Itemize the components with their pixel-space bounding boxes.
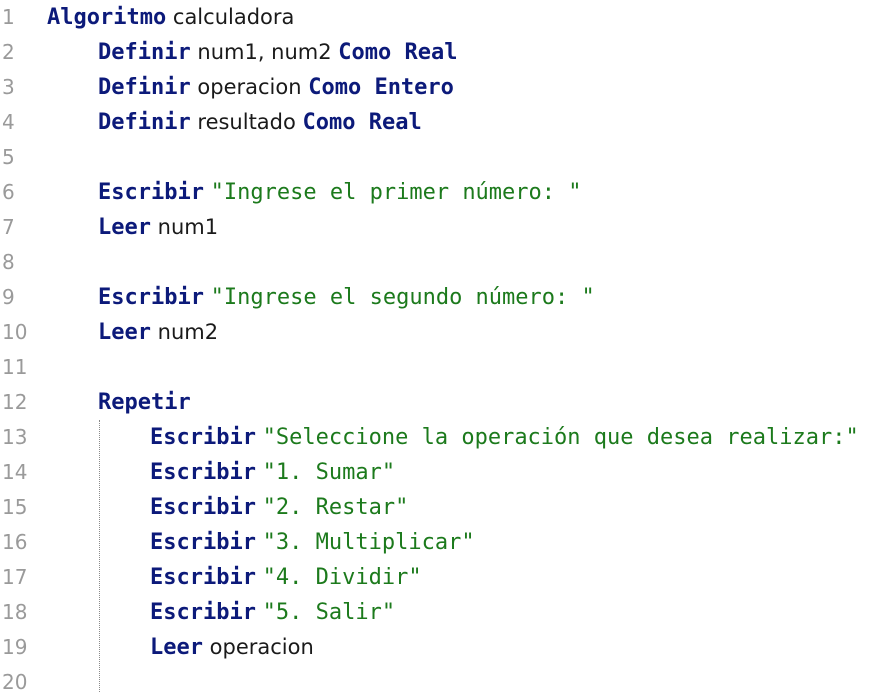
- line-number: 14: [2, 460, 28, 484]
- code-line[interactable]: 10 Leer num2: [0, 315, 878, 350]
- code-line[interactable]: 7 Leer num1: [0, 210, 878, 245]
- code-text: Escribir "4. Dividir": [150, 560, 422, 595]
- identifier-token: num1, num2: [190, 40, 339, 64]
- keyword-token: Como Real: [338, 40, 458, 65]
- code-line[interactable]: 14 Escribir "1. Sumar": [0, 455, 878, 490]
- code-text: Leer operacion: [150, 630, 314, 665]
- line-number: 13: [2, 425, 28, 449]
- identifier-token: num1: [150, 215, 219, 239]
- identifier-token: [256, 600, 263, 624]
- keyword-token: Escribir: [150, 530, 256, 555]
- keyword-token: Escribir: [150, 425, 256, 450]
- line-number: 19: [2, 635, 28, 659]
- code-text: Algoritmo calculadora: [47, 0, 294, 35]
- identifier-token: [204, 180, 211, 204]
- line-number: 8: [2, 250, 15, 274]
- line-number: 4: [2, 110, 15, 134]
- code-line[interactable]: 2 Definir num1, num2 Como Real: [0, 35, 878, 70]
- line-number: 2: [2, 40, 15, 64]
- code-line[interactable]: 4 Definir resultado Como Real: [0, 105, 878, 140]
- code-line[interactable]: 5: [0, 140, 878, 175]
- keyword-token: Escribir: [98, 285, 204, 310]
- keyword-token: Escribir: [150, 565, 256, 590]
- identifier-token: [204, 285, 211, 309]
- code-text: Escribir "Ingrese el primer número: ": [98, 175, 582, 210]
- keyword-token: Como Entero: [308, 75, 454, 100]
- code-line[interactable]: 16 Escribir "3. Multiplicar": [0, 525, 878, 560]
- identifier-token: num2: [150, 320, 219, 344]
- keyword-token: Leer: [150, 635, 203, 660]
- line-number: 3: [2, 75, 15, 99]
- code-line[interactable]: 9 Escribir "Ingrese el segundo número: ": [0, 280, 878, 315]
- code-text: Leer num1: [98, 210, 218, 245]
- identifier-token: operacion: [202, 635, 314, 659]
- keyword-token: Leer: [98, 215, 151, 240]
- code-line[interactable]: 20: [0, 665, 878, 700]
- code-line[interactable]: 12 Repetir: [0, 385, 878, 420]
- string-token: "2. Restar": [262, 495, 409, 520]
- line-number: 10: [2, 320, 28, 344]
- code-text: Escribir "2. Restar": [150, 490, 408, 525]
- line-number: 5: [2, 145, 15, 169]
- keyword-token: Definir: [98, 75, 191, 100]
- code-line[interactable]: 11: [0, 350, 878, 385]
- keyword-token: Definir: [98, 40, 191, 65]
- identifier-token: [256, 425, 263, 449]
- code-text: Escribir "1. Sumar": [150, 455, 395, 490]
- keyword-token: Escribir: [98, 180, 204, 205]
- string-token: "5. Salir": [262, 600, 396, 625]
- string-token: "Ingrese el segundo número: ": [210, 285, 595, 310]
- code-line[interactable]: 13 Escribir "Seleccione la operación que …: [0, 420, 878, 455]
- code-line[interactable]: 8: [0, 245, 878, 280]
- keyword-token: Definir: [98, 110, 191, 135]
- code-text: Escribir "5. Salir": [150, 595, 395, 630]
- keyword-token: Como Real: [302, 110, 422, 135]
- code-text: Escribir "Seleccione la operación que de…: [150, 420, 859, 455]
- line-number: 11: [2, 355, 28, 379]
- keyword-token: Repetir: [98, 390, 191, 415]
- line-number: 6: [2, 180, 15, 204]
- string-token: "4. Dividir": [262, 565, 422, 590]
- code-text: Escribir "Ingrese el segundo número: ": [98, 280, 595, 315]
- line-number: 7: [2, 215, 15, 239]
- code-line[interactable]: 3 Definir operacion Como Entero: [0, 70, 878, 105]
- code-line[interactable]: 15 Escribir "2. Restar": [0, 490, 878, 525]
- line-number: 15: [2, 495, 28, 519]
- identifier-token: [256, 495, 263, 519]
- keyword-token: Leer: [98, 320, 151, 345]
- identifier-token: resultado: [190, 110, 303, 134]
- line-number: 9: [2, 285, 15, 309]
- code-line[interactable]: 1 Algoritmo calculadora: [0, 0, 878, 35]
- code-line[interactable]: 17 Escribir "4. Dividir": [0, 560, 878, 595]
- line-number: 17: [2, 565, 28, 589]
- identifier-token: [256, 565, 263, 589]
- identifier-token: [256, 530, 263, 554]
- string-token: "Seleccione la operación que desea reali…: [262, 425, 859, 450]
- string-token: "1. Sumar": [262, 460, 396, 485]
- code-text: Repetir: [98, 385, 191, 420]
- code-text: Escribir "3. Multiplicar": [150, 525, 475, 560]
- line-number: 1: [2, 5, 15, 29]
- code-text: Leer num2: [98, 315, 218, 350]
- identifier-token: operacion: [190, 75, 309, 99]
- code-editor[interactable]: 1 Algoritmo calculadora 2 Definir num1, num…: [0, 0, 878, 694]
- line-number: 20: [2, 670, 28, 694]
- keyword-token: Escribir: [150, 600, 256, 625]
- string-token: "Ingrese el primer número: ": [210, 180, 582, 205]
- code-text: Definir resultado Como Real: [98, 105, 422, 140]
- code-line[interactable]: 18 Escribir "5. Salir": [0, 595, 878, 630]
- keyword-token: Algoritmo: [47, 5, 167, 30]
- identifier-token: [256, 460, 263, 484]
- line-number: 12: [2, 390, 28, 414]
- code-text: Definir operacion Como Entero: [98, 70, 454, 105]
- string-token: "3. Multiplicar": [262, 530, 475, 555]
- code-text: Definir num1, num2 Como Real: [98, 35, 458, 70]
- line-number: 18: [2, 600, 28, 624]
- keyword-token: Escribir: [150, 460, 256, 485]
- line-number: 16: [2, 530, 28, 554]
- keyword-token: Escribir: [150, 495, 256, 520]
- identifier-token: calculadora: [166, 5, 295, 29]
- code-line[interactable]: 6 Escribir "Ingrese el primer número: ": [0, 175, 878, 210]
- code-line[interactable]: 19 Leer operacion: [0, 630, 878, 665]
